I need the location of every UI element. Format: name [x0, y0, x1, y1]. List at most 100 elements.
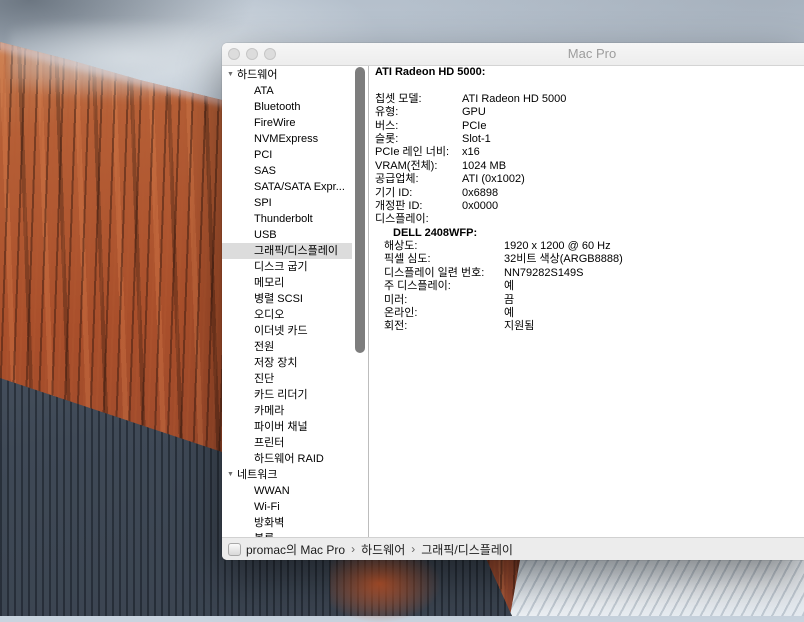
info-value: 32비트 색상(ARGB8888) [504, 253, 623, 266]
info-label: 회전: [384, 320, 504, 333]
info-value: 1920 x 1200 @ 60 Hz [504, 240, 611, 253]
sidebar-item-병렬 SCSI[interactable]: 병렬 SCSI [222, 291, 352, 307]
sidebar-item-프린터[interactable]: 프린터 [222, 435, 352, 451]
info-value: 0x0000 [462, 200, 498, 213]
sidebar-item-WWAN[interactable]: WWAN [222, 483, 352, 499]
sidebar-item-진단[interactable]: 진단 [222, 371, 352, 387]
breadcrumb-segment: 그래픽/디스플레이 [421, 541, 513, 558]
sidebar-item-파이버 채널[interactable]: 파이버 채널 [222, 419, 352, 435]
breadcrumb-separator: › [351, 542, 355, 556]
sidebar-item-FireWire[interactable]: FireWire [222, 115, 352, 131]
sidebar-item-ATA[interactable]: ATA [222, 83, 352, 99]
sidebar-group-하드웨어[interactable]: ▼하드웨어 [222, 67, 368, 83]
info-value: Slot-1 [462, 133, 491, 146]
info-label: 칩셋 모델: [375, 93, 462, 106]
system-information-window: Mac Pro ▼하드웨어ATABluetoothFireWireNVMExpr… [222, 43, 804, 560]
info-label: 해상도: [384, 240, 504, 253]
info-label: 기기 ID: [375, 187, 462, 200]
sidebar-item-PCI[interactable]: PCI [222, 147, 352, 163]
info-row: PCIe 레인 너비:x16 [369, 146, 804, 159]
titlebar[interactable]: Mac Pro [222, 43, 804, 66]
info-label: 주 디스플레이: [384, 280, 504, 293]
info-value: 지원됨 [504, 320, 534, 333]
info-value: x16 [462, 146, 480, 159]
info-label: 공급업체: [375, 173, 462, 186]
display-rows: 해상도:1920 x 1200 @ 60 Hz픽셀 심도:32비트 색상(ARG… [369, 240, 804, 334]
sidebar-item-USB[interactable]: USB [222, 227, 352, 243]
info-label: 픽셀 심도: [384, 253, 504, 266]
info-row: 온라인:예 [369, 307, 804, 320]
sidebar-item-카드 리더기[interactable]: 카드 리더기 [222, 387, 352, 403]
sidebar-group-label: 네트워크 [237, 469, 277, 481]
sidebar-item-오디오[interactable]: 오디오 [222, 307, 352, 323]
sidebar-item-디스크 굽기[interactable]: 디스크 굽기 [222, 259, 352, 275]
info-row: 해상도:1920 x 1200 @ 60 Hz [369, 240, 804, 253]
sidebar-item-Thunderbolt[interactable]: Thunderbolt [222, 211, 352, 227]
info-value: GPU [462, 106, 486, 119]
sidebar-item-Bluetooth[interactable]: Bluetooth [222, 99, 352, 115]
window-body: ▼하드웨어ATABluetoothFireWireNVMExpressPCISA… [222, 66, 804, 538]
sidebar-item-그래픽/디스플레이[interactable]: 그래픽/디스플레이 [222, 243, 352, 259]
info-value: PCIe [462, 120, 486, 133]
sidebar-scrollbar[interactable] [355, 67, 365, 353]
info-value: 예 [504, 280, 514, 293]
info-value: NN79282S149S [504, 267, 584, 280]
sidebar-item-전원[interactable]: 전원 [222, 339, 352, 355]
gpu-header: ATI Radeon HD 5000: [369, 66, 804, 79]
disclosure-triangle-icon[interactable]: ▼ [227, 467, 234, 483]
sidebar-list: ▼하드웨어ATABluetoothFireWireNVMExpressPCISA… [222, 67, 368, 538]
desktop: { "window": { "title": "Mac Pro", "traff… [0, 0, 804, 616]
info-row: 디스플레이 일련 번호:NN79282S149S [369, 267, 804, 280]
info-row: 픽셀 심도:32비트 색상(ARGB8888) [369, 253, 804, 266]
sidebar-item-SPI[interactable]: SPI [222, 195, 352, 211]
sidebar-group-label: 하드웨어 [237, 69, 277, 81]
close-button[interactable] [228, 48, 240, 60]
info-row: 슬롯:Slot-1 [369, 133, 804, 146]
info-label: 온라인: [384, 307, 504, 320]
sidebar-item-Wi-Fi[interactable]: Wi-Fi [222, 499, 352, 515]
info-row: 칩셋 모델:ATI Radeon HD 5000 [369, 93, 804, 106]
breadcrumb-separator: › [411, 542, 415, 556]
gpu-rows: 칩셋 모델:ATI Radeon HD 5000유형:GPU버스:PCIe슬롯:… [369, 93, 804, 214]
info-value: 0x6898 [462, 187, 498, 200]
info-label: 유형: [375, 106, 462, 119]
info-row: VRAM(전체):1024 MB [369, 160, 804, 173]
info-row: 미러:끔 [369, 294, 804, 307]
sidebar-item-방화벽[interactable]: 방화벽 [222, 515, 352, 531]
info-row: 버스:PCIe [369, 120, 804, 133]
info-row: 개정판 ID:0x0000 [369, 200, 804, 213]
info-label: 디스플레이 일련 번호: [384, 267, 504, 280]
content-pane: ATI Radeon HD 5000: 칩셋 모델:ATI Radeon HD … [369, 66, 804, 538]
info-row: 주 디스플레이:예 [369, 280, 804, 293]
sidebar-item-NVMExpress[interactable]: NVMExpress [222, 131, 352, 147]
info-row: 공급업체:ATI (0x1002) [369, 173, 804, 186]
sidebar-item-저장 장치[interactable]: 저장 장치 [222, 355, 352, 371]
sidebar: ▼하드웨어ATABluetoothFireWireNVMExpressPCISA… [222, 66, 369, 538]
sidebar-item-SAS[interactable]: SAS [222, 163, 352, 179]
display-name: DELL 2408WFP: [369, 227, 804, 240]
breadcrumb-segment: 하드웨어 [361, 541, 405, 558]
sidebar-item-하드웨어 RAID[interactable]: 하드웨어 RAID [222, 451, 352, 467]
info-label: VRAM(전체): [375, 160, 462, 173]
window-title: Mac Pro [532, 43, 652, 65]
displays-label: 디스플레이: [369, 213, 804, 226]
info-label: PCIe 레인 너비: [375, 146, 462, 159]
spacer [369, 79, 804, 92]
disclosure-triangle-icon[interactable]: ▼ [227, 67, 234, 83]
info-label: 미러: [384, 294, 504, 307]
zoom-button[interactable] [264, 48, 276, 60]
info-value: 끔 [504, 294, 514, 307]
mac-icon [228, 543, 241, 556]
sidebar-item-카메라[interactable]: 카메라 [222, 403, 352, 419]
sidebar-item-SATA/SATA Expr...[interactable]: SATA/SATA Expr... [222, 179, 352, 195]
sidebar-group-네트워크[interactable]: ▼네트워크 [222, 467, 368, 483]
sidebar-item-이더넷 카드[interactable]: 이더넷 카드 [222, 323, 352, 339]
breadcrumb: promac의 Mac Pro›하드웨어›그래픽/디스플레이 [246, 541, 513, 558]
info-value: 예 [504, 307, 514, 320]
info-value: ATI (0x1002) [462, 173, 525, 186]
sidebar-item-메모리[interactable]: 메모리 [222, 275, 352, 291]
info-label: 개정판 ID: [375, 200, 462, 213]
info-label: 버스: [375, 120, 462, 133]
minimize-button[interactable] [246, 48, 258, 60]
wallpaper-rock-glow [330, 552, 440, 622]
